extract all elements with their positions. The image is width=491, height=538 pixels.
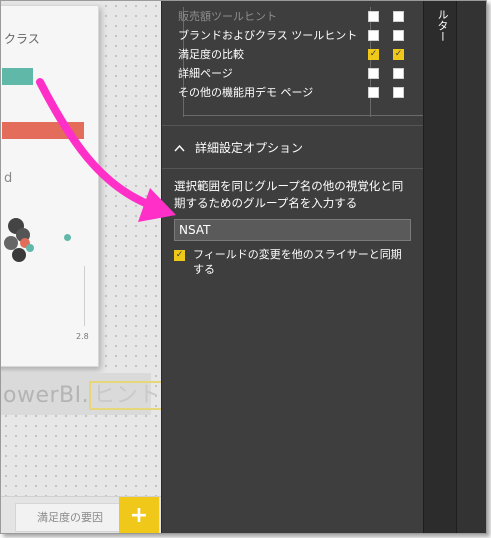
add-page-button[interactable]: + [119, 497, 159, 533]
app-window: クラス d 2.8 owerBI. ヒント 満足度の要因 + 販売額ツールヒント… [0, 0, 487, 534]
group-name-description: 選択範囲を同じグループ名の他の視覚化と同期するためのグループ名を入力する [174, 179, 404, 210]
tooltip-page-checkbox[interactable] [368, 68, 379, 79]
tooltip-page-label: その他の機能用デモ ページ [178, 86, 314, 99]
brand-hint: ヒント [89, 381, 165, 410]
fields-pane-collapsed[interactable] [456, 1, 486, 533]
brand-banner: owerBI. ヒント [1, 373, 165, 415]
tooltip-page-row: ブランドおよびクラス ツールヒント [174, 26, 410, 45]
tooltip-page-row: 満足度の比較 ✓ ✓ [174, 45, 410, 64]
tooltip-page-checkbox[interactable] [368, 87, 379, 98]
scatter-point [26, 244, 34, 252]
advanced-options-header[interactable]: 詳細設定オプション [174, 139, 303, 156]
group-name-input[interactable] [174, 219, 411, 241]
scatter-point [64, 234, 71, 241]
report-canvas[interactable]: クラス d 2.8 owerBI. ヒント [1, 1, 165, 496]
tooltip-page-label: 販売額ツールヒント [178, 10, 277, 23]
scatter-point [12, 248, 26, 262]
tooltip-page-table: 販売額ツールヒントブランドおよびクラス ツールヒント 満足度の比較 ✓ ✓ 詳細ページそ… [174, 7, 424, 117]
tooltip-page-checkbox[interactable]: ✓ [393, 49, 404, 60]
visual-card[interactable]: クラス d 2.8 [1, 5, 99, 367]
visual-label: d [4, 171, 13, 186]
tooltip-page-label: ブランドおよびクラス ツールヒント [178, 29, 358, 42]
tooltip-page-checkbox[interactable]: ✓ [368, 49, 379, 60]
tooltip-page-checkbox[interactable] [368, 30, 379, 41]
tooltip-page-checkbox[interactable] [393, 87, 404, 98]
filters-pane-collapsed[interactable]: ルター [423, 1, 456, 533]
tooltip-page-label: 満足度の比較 [178, 48, 244, 61]
sync-fields-label: フィールドの変更を他のスライサーと同期する [193, 248, 402, 276]
tooltip-page-checkbox[interactable] [393, 11, 404, 22]
page-tab[interactable]: 満足度の要因 [15, 503, 125, 532]
divider [162, 168, 424, 169]
axis-line [84, 266, 85, 326]
tooltip-page-row: 販売額ツールヒント [174, 7, 410, 26]
filters-pane-label: ルター [436, 9, 449, 42]
tooltip-page-label: 詳細ページ [178, 67, 233, 80]
section-title: 詳細設定オプション [195, 141, 304, 155]
tooltip-page-checkbox[interactable] [393, 30, 404, 41]
table-divider [183, 115, 424, 116]
visual-title: クラス [4, 32, 40, 46]
chevron-up-icon [174, 141, 185, 155]
tooltip-page-row: その他の機能用デモ ページ [174, 83, 410, 102]
tooltip-page-checkbox[interactable] [393, 68, 404, 79]
brand-text: owerBI. ヒント [3, 377, 165, 410]
tooltip-page-checkbox[interactable] [368, 11, 379, 22]
sync-fields-checkbox[interactable]: ✓ [174, 250, 185, 261]
page-tab-bar: 満足度の要因 + [1, 496, 161, 533]
bar-teal [2, 68, 33, 85]
format-pane: 販売額ツールヒントブランドおよびクラス ツールヒント 満足度の比較 ✓ ✓ 詳細ページそ… [161, 1, 424, 533]
axis-tick-label: 2.8 [76, 332, 89, 341]
divider [162, 125, 424, 126]
bar-coral [2, 122, 84, 139]
brand-name: owerBI. [3, 383, 90, 408]
tooltip-page-row: 詳細ページ [174, 64, 410, 83]
